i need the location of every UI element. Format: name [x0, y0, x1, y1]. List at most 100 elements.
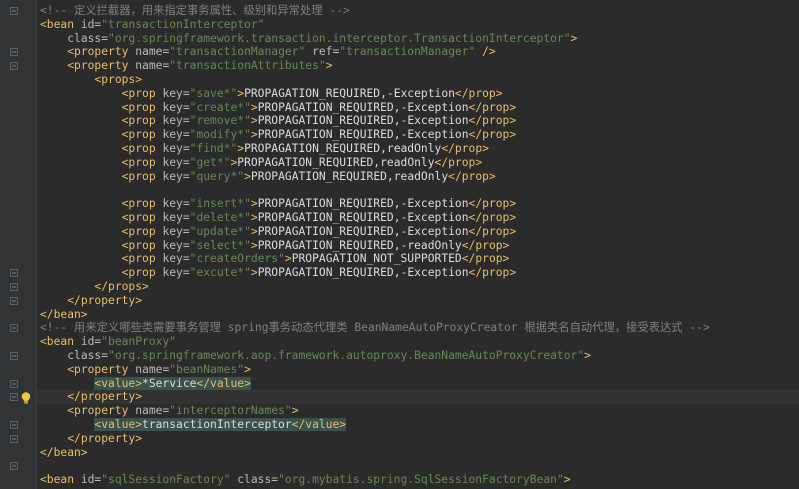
- xml-attribute: name=: [135, 404, 170, 418]
- code-line[interactable]: <!-- 用来定义哪些类需要事务管理 spring事务动态代理类 BeanNam…: [40, 321, 799, 335]
- code-line[interactable]: <prop key="get*">PROPAGATION_REQUIRED,re…: [40, 156, 799, 170]
- attribute-value: "createOrders": [189, 252, 285, 266]
- xml-tag: <property: [67, 362, 136, 376]
- attribute-value: "org.springframework.transaction.interce…: [108, 31, 571, 45]
- code-line[interactable]: class="org.springframework.aop.framework…: [40, 349, 799, 363]
- xml-tag: >: [250, 197, 258, 211]
- xml-tag: <prop: [121, 197, 163, 211]
- xml-attribute: name=: [135, 59, 170, 73]
- text-content: *Service: [142, 376, 197, 390]
- xml-tag: </prop>: [461, 238, 510, 252]
- code-line[interactable]: class="org.springframework.transaction.i…: [40, 32, 799, 46]
- code-line[interactable]: <property name="transactionAttributes">: [40, 59, 799, 73]
- code-line[interactable]: </property>: [40, 432, 799, 446]
- xml-tag: </prop>: [468, 100, 517, 114]
- code-line[interactable]: [40, 459, 799, 473]
- gutter-divider: [36, 0, 37, 489]
- attribute-value: "org.springframework.aop.framework.autop…: [108, 348, 585, 362]
- fold-marker-icon[interactable]: [10, 352, 18, 360]
- xml-tag: <value>: [94, 376, 143, 390]
- xml-tag: >: [570, 31, 578, 45]
- xml-tag: </prop>: [454, 86, 503, 100]
- code-line[interactable]: <prop key="query*">PROPAGATION_REQUIRED,…: [40, 170, 799, 184]
- code-line[interactable]: <prop key="excute*">PROPAGATION_REQUIRED…: [40, 266, 799, 280]
- attribute-value: "update*": [189, 224, 251, 238]
- fold-marker-icon[interactable]: [10, 324, 18, 333]
- code-line[interactable]: <property name="interceptorNames">: [40, 404, 799, 418]
- fold-marker-icon[interactable]: [10, 434, 18, 443]
- code-line[interactable]: <prop key="createOrders">PROPAGATION_NOT…: [40, 252, 799, 266]
- fold-marker-icon[interactable]: [10, 283, 18, 291]
- attribute-value: "excute*": [189, 266, 251, 280]
- code-line[interactable]: <prop key="remove*">PROPAGATION_REQUIRED…: [40, 114, 799, 128]
- code-line[interactable]: <prop key="select*">PROPAGATION_REQUIRED…: [40, 239, 799, 253]
- code-line[interactable]: </property>: [40, 294, 799, 308]
- xml-tag: <property: [67, 45, 136, 59]
- code-line[interactable]: <prop key="delete*">PROPAGATION_REQUIRED…: [40, 211, 799, 225]
- fold-marker-icon[interactable]: [10, 62, 18, 71]
- code-line[interactable]: <prop key="save*">PROPAGATION_REQUIRED,-…: [40, 87, 799, 101]
- attribute-value: "query*": [189, 169, 245, 183]
- code-line[interactable]: </bean>: [40, 446, 799, 460]
- code-line[interactable]: <bean id="sqlSessionFactory" class="org.…: [40, 473, 799, 487]
- xml-attribute: key=: [162, 114, 190, 128]
- code-line[interactable]: [40, 183, 799, 197]
- xml-tag: <prop: [121, 141, 163, 155]
- code-line[interactable]: <props>: [40, 73, 799, 87]
- attribute-value: "get*": [189, 155, 231, 169]
- xml-tag: </prop>: [468, 210, 517, 224]
- text-content: PROPAGATION_REQUIRED,-Exception: [257, 114, 469, 128]
- fold-marker-icon[interactable]: [10, 379, 18, 388]
- fold-marker-icon[interactable]: [10, 462, 18, 471]
- code-line[interactable]: </props>: [40, 280, 799, 294]
- fold-marker-icon[interactable]: [10, 296, 18, 305]
- xml-attribute: key=: [162, 224, 190, 238]
- fold-marker-icon[interactable]: [10, 421, 18, 429]
- code-comment: <!-- 用来定义哪些类需要事务管理 spring事务动态代理类 BeanNam…: [40, 321, 710, 335]
- fold-marker-icon[interactable]: [10, 393, 18, 402]
- fold-marker-icon[interactable]: [10, 269, 18, 278]
- text-content: PROPAGATION_REQUIRED,-Exception: [244, 86, 455, 100]
- code-line[interactable]: <prop key="modify*">PROPAGATION_REQUIRED…: [40, 128, 799, 142]
- xml-tag: </value>: [196, 376, 251, 390]
- xml-tag: <prop: [121, 210, 163, 224]
- text-content: PROPAGATION_REQUIRED,readOnly: [250, 169, 449, 183]
- code-line[interactable]: <bean id="beanProxy": [40, 335, 799, 349]
- code-line[interactable]: <value>transactionInterceptor</value>: [40, 417, 799, 432]
- xml-attribute: key=: [162, 169, 190, 183]
- xml-tag: <prop: [121, 100, 163, 114]
- xml-tag: </bean>: [40, 307, 88, 321]
- fold-marker-icon[interactable]: [10, 7, 18, 15]
- xml-attribute: key=: [162, 238, 190, 252]
- fold-marker-icon[interactable]: [10, 48, 18, 57]
- attribute-value: "create*": [189, 100, 251, 114]
- xml-tag: <prop: [121, 114, 163, 128]
- xml-tag: >: [250, 128, 258, 142]
- code-line[interactable]: <property name="beanNames">: [40, 363, 799, 377]
- xml-tag: </prop>: [434, 155, 483, 169]
- text-content: PROPAGATION_REQUIRED,-Exception: [257, 128, 469, 142]
- code-line[interactable]: <!-- 定义拦截器，用来指定事务属性、级别和异常处理 -->: [40, 4, 799, 18]
- xml-tag: >: [250, 238, 258, 252]
- code-line[interactable]: </property>: [40, 390, 799, 404]
- code-line[interactable]: </bean>: [40, 308, 799, 322]
- code-line[interactable]: <bean id="transactionInterceptor": [40, 18, 799, 32]
- code-line[interactable]: <property name="transactionManager" ref=…: [40, 45, 799, 59]
- code-line[interactable]: <prop key="find*">PROPAGATION_REQUIRED,r…: [40, 142, 799, 156]
- attribute-value: "modify*": [189, 128, 251, 142]
- code-line[interactable]: <prop key="insert*">PROPAGATION_REQUIRED…: [40, 197, 799, 211]
- code-line[interactable]: <value>*Service</value>: [40, 376, 799, 391]
- attribute-value: "insert*": [189, 197, 251, 211]
- code-line[interactable]: <prop key="create*">PROPAGATION_REQUIRED…: [40, 101, 799, 115]
- editor-gutter[interactable]: [0, 0, 36, 489]
- lightbulb-icon[interactable]: [20, 390, 32, 405]
- code-editor[interactable]: <!-- 定义拦截器，用来指定事务属性、级别和异常处理 --> <bean id=…: [40, 4, 799, 487]
- xml-tag: <props>: [94, 72, 143, 86]
- code-line[interactable]: <prop key="update*">PROPAGATION_REQUIRED…: [40, 225, 799, 239]
